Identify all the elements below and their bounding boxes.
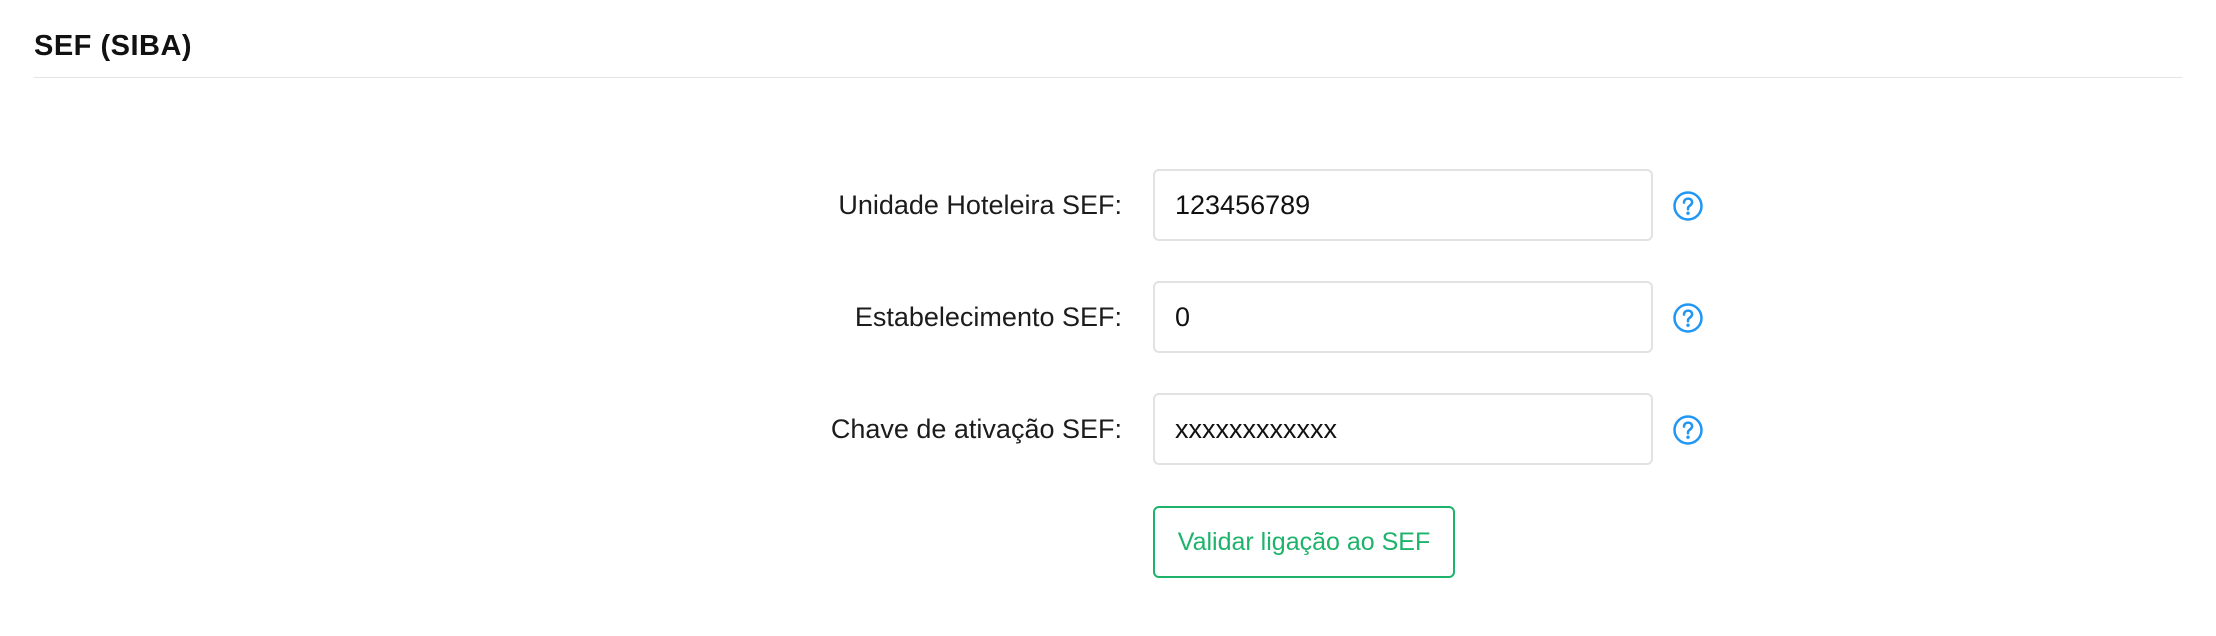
question-circle-icon-graphic xyxy=(1673,191,1703,221)
estabelecimento-input[interactable] xyxy=(1153,281,1653,353)
form-row-estabelecimento: Estabelecimento SEF: xyxy=(0,281,2216,353)
form-row-unidade-hoteleira: Unidade Hoteleira SEF: xyxy=(0,169,2216,241)
form-row-chave-ativacao: Chave de ativação SEF: xyxy=(0,393,2216,465)
chave-ativacao-label: Chave de ativação SEF: xyxy=(830,414,1122,444)
unidade-hoteleira-input[interactable] xyxy=(1153,169,1653,241)
validate-sef-connection-button[interactable]: Validar ligação ao SEF xyxy=(1153,506,1455,578)
section-divider xyxy=(34,77,2182,78)
question-circle-icon[interactable] xyxy=(1672,414,1704,446)
question-circle-icon[interactable] xyxy=(1672,190,1704,222)
unidade-hoteleira-label: Unidade Hoteleira SEF: xyxy=(838,190,1122,220)
question-circle-icon[interactable] xyxy=(1672,302,1704,334)
question-circle-icon-graphic xyxy=(1673,303,1703,333)
estabelecimento-label: Estabelecimento SEF: xyxy=(854,302,1122,332)
chave-ativacao-input[interactable] xyxy=(1153,393,1653,465)
section-title: SEF (SIBA) xyxy=(34,30,193,62)
question-circle-icon-graphic xyxy=(1673,415,1703,445)
